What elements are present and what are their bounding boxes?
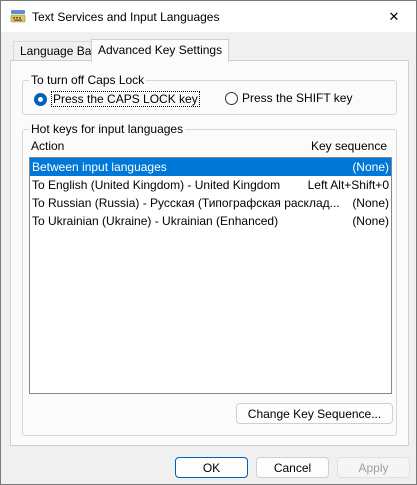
radio-caps-lock-label: Press the CAPS LOCK key (51, 91, 200, 107)
hotkey-row-english[interactable]: To English (United Kingdom) - United Kin… (30, 176, 391, 194)
dialog-window: Text Services and Input Languages ✕ Lang… (0, 0, 417, 485)
hotkey-sequence: (None) (352, 160, 389, 174)
window-title: Text Services and Input Languages (32, 10, 220, 24)
radio-caps-lock-key[interactable]: Press the CAPS LOCK key (34, 91, 200, 107)
hotkey-sequence: (None) (352, 196, 389, 210)
hotkey-action: To Russian (Russia) - Русская (Типографс… (32, 196, 340, 210)
hotkeys-group: Hot keys for input languages Action Key … (22, 122, 397, 436)
ok-button[interactable]: OK (175, 457, 248, 478)
column-header-key-sequence: Key sequence (310, 139, 387, 153)
radio-unselected-icon[interactable] (225, 91, 238, 105)
close-icon: ✕ (388, 8, 400, 24)
radio-selected-icon[interactable] (34, 92, 47, 106)
radio-shift-label: Press the SHIFT key (242, 91, 353, 105)
apply-button: Apply (337, 457, 410, 478)
keyboard-icon (10, 8, 26, 24)
caps-lock-group-label: To turn off Caps Lock (29, 73, 147, 87)
tab-language-bar[interactable]: Language Bar (13, 41, 103, 61)
change-key-sequence-button[interactable]: Change Key Sequence... (236, 403, 393, 424)
close-button[interactable]: ✕ (372, 1, 416, 32)
hotkeys-list[interactable]: Between input languages (None) To Englis… (29, 157, 392, 394)
title-bar[interactable]: Text Services and Input Languages ✕ (1, 1, 416, 32)
hotkey-action: Between input languages (32, 160, 167, 174)
column-header-action: Action (31, 139, 65, 153)
hotkey-row-ukrainian[interactable]: To Ukrainian (Ukraine) - Ukrainian (Enha… (30, 212, 391, 230)
caps-lock-group: To turn off Caps Lock Press the CAPS LOC… (22, 73, 397, 115)
radio-shift-key[interactable]: Press the SHIFT key (225, 91, 352, 105)
hotkey-action: To English (United Kingdom) - United Kin… (32, 178, 281, 192)
hotkey-sequence: (None) (352, 214, 389, 228)
tab-strip: Language Bar Advanced Key Settings (9, 39, 409, 62)
tab-panel-advanced-key-settings: To turn off Caps Lock Press the CAPS LOC… (10, 60, 409, 446)
tab-advanced-key-settings[interactable]: Advanced Key Settings (91, 39, 230, 62)
cancel-button[interactable]: Cancel (256, 457, 329, 478)
hotkeys-group-label: Hot keys for input languages (29, 122, 186, 136)
hotkeys-column-headers: Action Key sequence (29, 137, 389, 155)
hotkey-sequence: Left Alt+Shift+0 (307, 178, 389, 192)
hotkey-row-between-languages[interactable]: Between input languages (None) (30, 158, 391, 176)
hotkey-action: To Ukrainian (Ukraine) - Ukrainian (Enha… (32, 214, 279, 228)
hotkey-row-russian[interactable]: To Russian (Russia) - Русская (Типографс… (30, 194, 391, 212)
